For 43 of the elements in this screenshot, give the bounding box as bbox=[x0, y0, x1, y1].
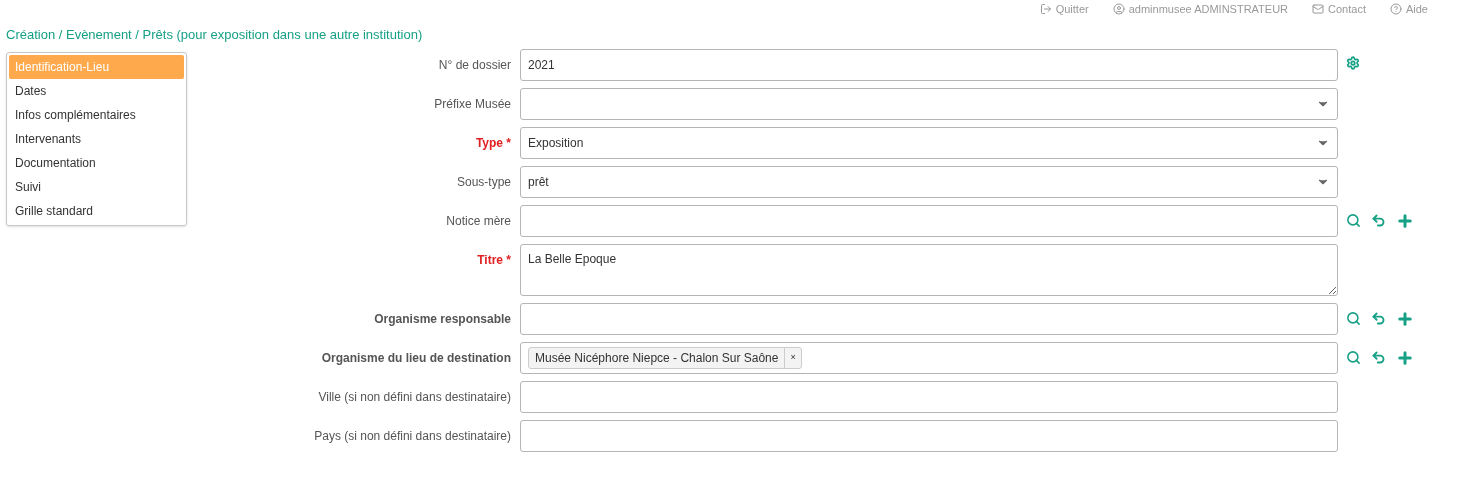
breadcrumb: Création / Evènement / Prêts (pour exposition dans une autre institution) bbox=[5, 26, 424, 44]
field-label: Organisme du lieu de destination bbox=[320, 349, 512, 367]
add-button[interactable] bbox=[1396, 309, 1414, 328]
search-button[interactable] bbox=[1346, 311, 1361, 326]
help-icon bbox=[1389, 2, 1402, 15]
undo-button[interactable] bbox=[1371, 350, 1386, 365]
field-label: Organisme responsable bbox=[373, 310, 512, 328]
tag-field[interactable]: Musée Nicéphore Niepce - Chalon Sur Saône × bbox=[520, 341, 1338, 374]
sidebar-item[interactable]: Suivi bbox=[9, 174, 184, 199]
sidebar-item[interactable]: Documentation bbox=[9, 150, 184, 175]
text-area[interactable]: La Belle Epoque bbox=[520, 243, 1338, 296]
user-icon bbox=[1112, 2, 1125, 15]
dropdown[interactable] bbox=[520, 87, 1338, 120]
search-button[interactable] bbox=[1346, 213, 1361, 228]
remove-tag-button[interactable]: × bbox=[784, 347, 801, 368]
text-field[interactable] bbox=[520, 204, 1338, 237]
mail-icon bbox=[1312, 2, 1325, 15]
field-label: N° de dossier bbox=[437, 56, 512, 74]
field-label: Titre * bbox=[476, 251, 512, 269]
settings-button[interactable] bbox=[1346, 55, 1360, 70]
undo-button[interactable] bbox=[1371, 311, 1386, 326]
search-button[interactable] bbox=[1346, 350, 1361, 365]
field-label: Type * bbox=[474, 134, 512, 152]
dropdown[interactable]: Exposition bbox=[520, 126, 1338, 159]
sidebar-item[interactable]: Infos complémentaires bbox=[9, 102, 184, 127]
field-label: Notice mère bbox=[445, 212, 512, 230]
sidebar-item[interactable]: Dates bbox=[9, 78, 184, 103]
text-field[interactable] bbox=[520, 419, 1338, 452]
tag-label: Musée Nicéphore Niepce - Chalon Sur Saône bbox=[534, 349, 780, 367]
dropdown[interactable]: prêt bbox=[520, 165, 1338, 198]
text-field[interactable]: 2021 bbox=[520, 48, 1338, 81]
logout-icon bbox=[1039, 2, 1052, 15]
field-label: Ville (si non défini dans destinataire) bbox=[317, 388, 512, 406]
sidebar-item[interactable]: Grille standard bbox=[9, 198, 184, 223]
field-label: Sous-type bbox=[455, 173, 512, 191]
add-button[interactable] bbox=[1396, 348, 1414, 367]
field-label: Pays (si non défini dans destinataire) bbox=[313, 427, 512, 445]
add-button[interactable] bbox=[1396, 211, 1414, 230]
sidebar-item[interactable]: Intervenants bbox=[9, 126, 184, 151]
text-field[interactable] bbox=[520, 380, 1338, 413]
undo-button[interactable] bbox=[1371, 213, 1386, 228]
field-label: Préfixe Musée bbox=[433, 95, 512, 113]
text-field[interactable] bbox=[520, 302, 1338, 335]
